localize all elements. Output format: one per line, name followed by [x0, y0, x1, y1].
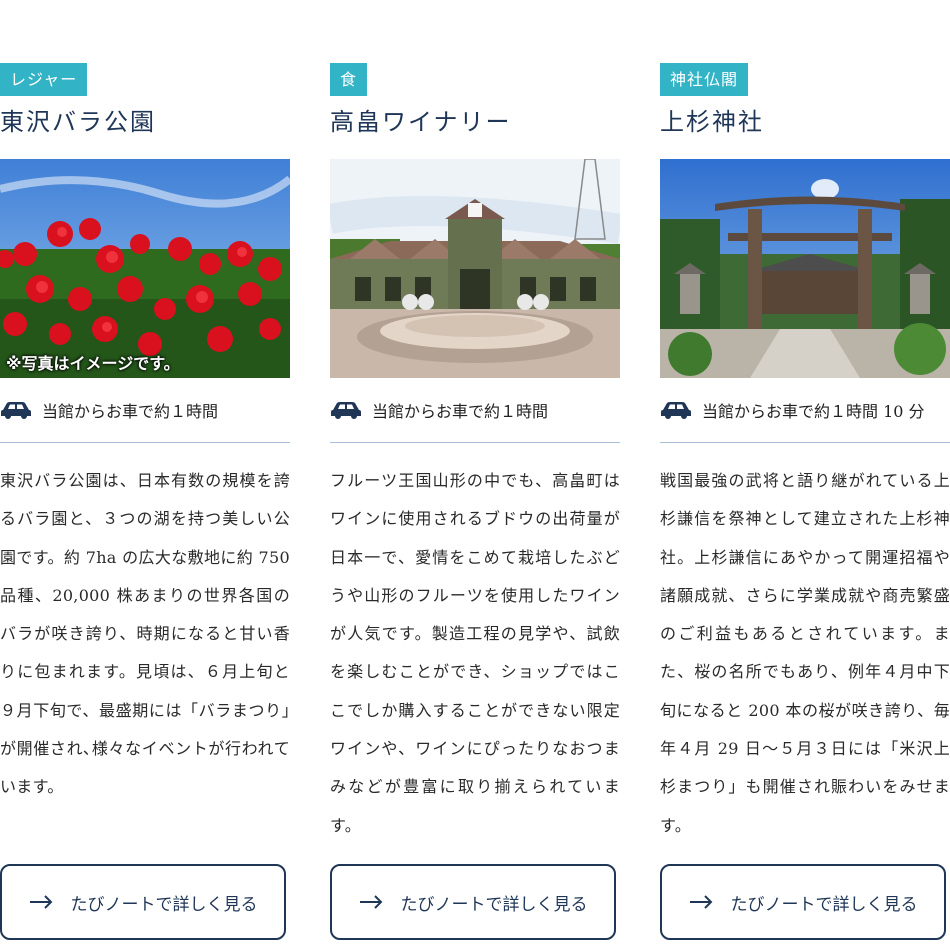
spot-description: フルーツ王国山形の中でも、高畠町はワインに使用されるブドウの出荷量が日本一で、愛… [330, 471, 620, 835]
details-button-label: たびノートで詳しく見る [400, 894, 588, 915]
access-info: 当館からお車で約１時間 [0, 378, 290, 443]
arrow-right-icon [689, 895, 712, 909]
category-tag: レジャー [0, 63, 88, 96]
details-button-label: たびノートで詳しく見る [730, 894, 918, 915]
category-tag: 食 [330, 63, 368, 96]
spot-description: 東沢バラ公園は、日本有数の規模を誇るバラ園と、３つの湖を持つ美しい公園です。約 … [0, 471, 290, 797]
spot-card-uesugi-shrine: 神社仏閣 上杉神社 当館からお車で約１時間 10 分 戦国最強の武将と語り継がれ… [660, 63, 950, 940]
spot-title: 東沢バラ公園 [0, 108, 156, 136]
details-button[interactable]: たびノートで詳しく見る [660, 864, 946, 940]
access-info: 当館からお車で約１時間 [330, 378, 620, 443]
access-text: 当館からお車で約１時間 [42, 402, 219, 421]
access-info: 当館からお車で約１時間 10 分 [660, 378, 950, 443]
spot-list: レジャー 東沢バラ公園 ※写真はイメージです。 当館からお車で約１時間 東沢バラ… [0, 0, 950, 946]
arrow-right-icon [359, 895, 382, 909]
spot-card-higashizawa-rose-park: レジャー 東沢バラ公園 ※写真はイメージです。 当館からお車で約１時間 東沢バラ… [0, 63, 290, 940]
spot-title: 高畠ワイナリー [330, 108, 512, 136]
photo-caption: ※写真はイメージです。 [6, 354, 180, 373]
access-text: 当館からお車で約１時間 10 分 [702, 402, 925, 421]
details-button-label: たびノートで詳しく見る [70, 894, 258, 915]
spot-photo-shrine [660, 159, 950, 378]
details-button[interactable]: たびノートで詳しく見る [330, 864, 616, 940]
spot-photo-rose-garden: ※写真はイメージです。 [0, 159, 290, 378]
spot-photo-winery [330, 159, 620, 378]
spot-title: 上杉神社 [660, 108, 764, 136]
access-text: 当館からお車で約１時間 [372, 402, 549, 421]
car-icon [661, 402, 691, 419]
spot-card-takahata-winery: 食 高畠ワイナリー 当館からお車で約１時間 フルーツ王国山形の中でも、高畠町はワ… [330, 63, 620, 940]
details-button[interactable]: たびノートで詳しく見る [0, 864, 286, 940]
car-icon [1, 402, 31, 419]
spot-description: 戦国最強の武将と語り継がれている上杉謙信を祭神として建立された上杉神社。上杉謙信… [660, 471, 950, 835]
arrow-right-icon [29, 895, 52, 909]
category-tag: 神社仏閣 [660, 63, 749, 96]
car-icon [331, 402, 361, 419]
